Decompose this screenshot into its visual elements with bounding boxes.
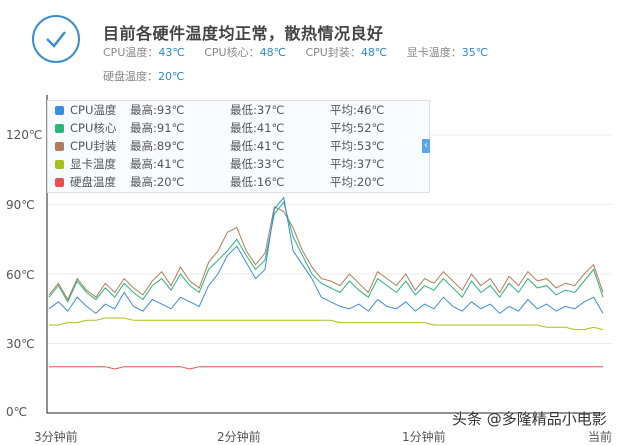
y-tick: 30℃ — [6, 337, 35, 351]
legend-swatch — [55, 105, 64, 115]
series-avg: 平均:37℃ — [330, 157, 385, 171]
series-min: 最低:16℃ — [230, 175, 285, 189]
x-tick: 2分钟前 — [217, 430, 261, 444]
series-min: 最低:37℃ — [230, 103, 285, 117]
series-name: 显卡温度 — [70, 157, 116, 171]
legend-item[interactable]: CPU核心 最高:91℃ 最低:41℃ 平均:52℃ — [48, 119, 429, 137]
legend-swatch — [55, 123, 64, 133]
series-name: CPU温度 — [70, 103, 117, 117]
legend-swatch — [55, 141, 64, 151]
chart-legend: CPU温度 最高:93℃ 最低:37℃ 平均:46℃ CPU核心 最高:91℃ 最低:41℃… — [47, 100, 430, 193]
chevron-left-icon: ‹ — [424, 140, 428, 151]
series-avg: 平均:20℃ — [330, 175, 385, 189]
legend-item[interactable]: CPU温度 最高:93℃ 最低:37℃ 平均:46℃ — [48, 101, 429, 119]
y-tick: 90℃ — [6, 198, 35, 212]
series-avg: 平均:46℃ — [330, 103, 385, 117]
series-max: 最高:89℃ — [130, 139, 185, 153]
series-line-0 — [48, 196, 604, 315]
legend-item[interactable]: 硬盘温度 最高:20℃ 最低:16℃ 平均:20℃ — [48, 173, 429, 191]
watermark: 头条 @多隆精品小电影 — [452, 410, 607, 428]
legend-swatch — [55, 177, 64, 187]
series-max: 最高:41℃ — [130, 157, 185, 171]
series-name: CPU封装 — [70, 139, 117, 153]
y-tick: 0℃ — [6, 405, 28, 419]
series-line-4 — [49, 366, 603, 370]
x-tick: 1分钟前 — [402, 430, 446, 444]
legend-item[interactable]: CPU封装 最高:89℃ 最低:41℃ 平均:53℃ — [48, 137, 429, 155]
x-tick: 3分钟前 — [34, 430, 78, 444]
series-avg: 平均:52℃ — [330, 121, 385, 135]
series-avg: 平均:53℃ — [330, 139, 385, 153]
series-name: CPU核心 — [70, 121, 117, 135]
temperature-chart — [46, 95, 612, 414]
series-max: 最高:20℃ — [130, 175, 185, 189]
collapse-legend-button[interactable]: ‹ — [422, 139, 430, 153]
series-line-3 — [49, 317, 604, 331]
series-min: 最低:33℃ — [230, 157, 285, 171]
series-max: 最高:91℃ — [130, 121, 185, 135]
y-tick: 60℃ — [6, 268, 35, 282]
series-max: 最高:93℃ — [130, 103, 185, 117]
series-min: 最低:41℃ — [230, 139, 285, 153]
series-name: 硬盘温度 — [70, 175, 116, 189]
legend-swatch — [55, 159, 64, 169]
legend-item[interactable]: 显卡温度 最高:41℃ 最低:33℃ 平均:37℃ — [48, 155, 429, 173]
x-tick: 当前 — [588, 430, 613, 444]
series-min: 最低:41℃ — [230, 121, 285, 135]
y-tick: 120℃ — [6, 128, 43, 142]
